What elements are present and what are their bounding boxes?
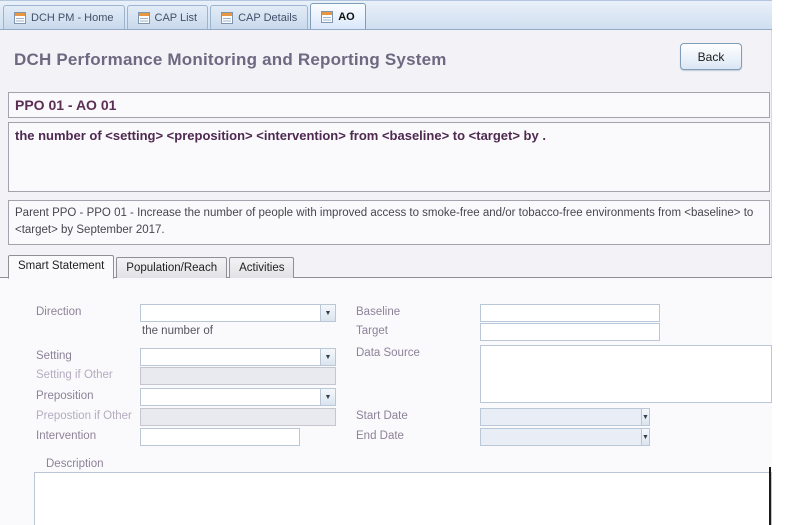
form-icon: [14, 12, 26, 24]
intervention-label: Intervention: [36, 430, 96, 442]
preposition-if-other-label: Prepostion if Other: [36, 410, 132, 422]
end-date-input[interactable]: [480, 428, 641, 446]
start-date-input[interactable]: [480, 408, 641, 426]
parent-ppo-text: Parent PPO - PPO 01 - Increase the numbe…: [8, 200, 770, 245]
doc-tab-label: DCH PM - Home: [31, 12, 114, 24]
baseline-label: Baseline: [356, 306, 400, 318]
doc-tab-ao[interactable]: AO: [310, 3, 366, 29]
target-label: Target: [356, 325, 388, 337]
form-icon: [138, 12, 150, 24]
direction-input[interactable]: [140, 304, 320, 322]
form-content-area: DCH Performance Monitoring and Reporting…: [0, 30, 772, 525]
tab-activities[interactable]: Activities: [229, 257, 294, 278]
end-date-label: End Date: [356, 430, 404, 442]
start-date-combobox: ▼: [480, 408, 642, 426]
intervention-input[interactable]: [140, 428, 300, 446]
start-date-label: Start Date: [356, 410, 408, 422]
chevron-down-icon[interactable]: ▼: [641, 428, 650, 446]
back-button[interactable]: Back: [680, 43, 742, 70]
form-tab-bar: Smart Statement Population/Reach Activit…: [8, 256, 296, 278]
chevron-down-icon[interactable]: ▼: [320, 304, 336, 322]
doc-tab-label: AO: [338, 11, 355, 23]
data-source-label: Data Source: [356, 347, 420, 359]
chevron-down-icon[interactable]: ▼: [320, 348, 336, 366]
setting-input[interactable]: [140, 348, 320, 366]
window-edge: [769, 467, 771, 525]
setting-if-other-input[interactable]: [140, 367, 336, 385]
doc-tab-label: CAP Details: [238, 12, 297, 24]
tab-smart-statement[interactable]: Smart Statement: [8, 255, 114, 279]
target-input[interactable]: [480, 323, 660, 341]
direction-combobox: ▼: [140, 304, 336, 322]
direction-label: Direction: [36, 306, 81, 318]
record-title-bar: PPO 01 - AO 01: [8, 92, 770, 118]
data-source-textarea[interactable]: [480, 345, 772, 403]
description-textarea[interactable]: [34, 472, 772, 525]
setting-combobox: ▼: [140, 348, 336, 366]
form-icon: [321, 11, 333, 23]
baseline-input[interactable]: [480, 304, 660, 322]
app-window: DCH PM - Home CAP List CAP Details AO DC…: [0, 0, 794, 525]
preposition-combobox: ▼: [140, 388, 336, 406]
page-title: DCH Performance Monitoring and Reporting…: [14, 50, 447, 70]
tab-population-reach[interactable]: Population/Reach: [116, 257, 227, 278]
direction-value-hint: the number of: [142, 325, 213, 337]
doc-tab-cap-list[interactable]: CAP List: [127, 5, 209, 29]
description-label: Description: [46, 458, 104, 470]
form-icon: [221, 12, 233, 24]
doc-tab-cap-details[interactable]: CAP Details: [210, 5, 308, 29]
preposition-if-other-input[interactable]: [140, 408, 336, 426]
preposition-input[interactable]: [140, 388, 320, 406]
setting-if-other-label: Setting if Other: [36, 369, 113, 381]
end-date-combobox: ▼: [480, 428, 642, 446]
chevron-down-icon[interactable]: ▼: [641, 408, 650, 426]
smart-statement-text: the number of <setting> <preposition> <i…: [8, 122, 770, 192]
preposition-label: Preposition: [36, 390, 94, 402]
doc-tab-dch-pm-home[interactable]: DCH PM - Home: [3, 5, 125, 29]
setting-label: Setting: [36, 350, 72, 362]
document-tab-bar: DCH PM - Home CAP List CAP Details AO: [0, 0, 772, 30]
doc-tab-label: CAP List: [155, 12, 198, 24]
chevron-down-icon[interactable]: ▼: [320, 388, 336, 406]
